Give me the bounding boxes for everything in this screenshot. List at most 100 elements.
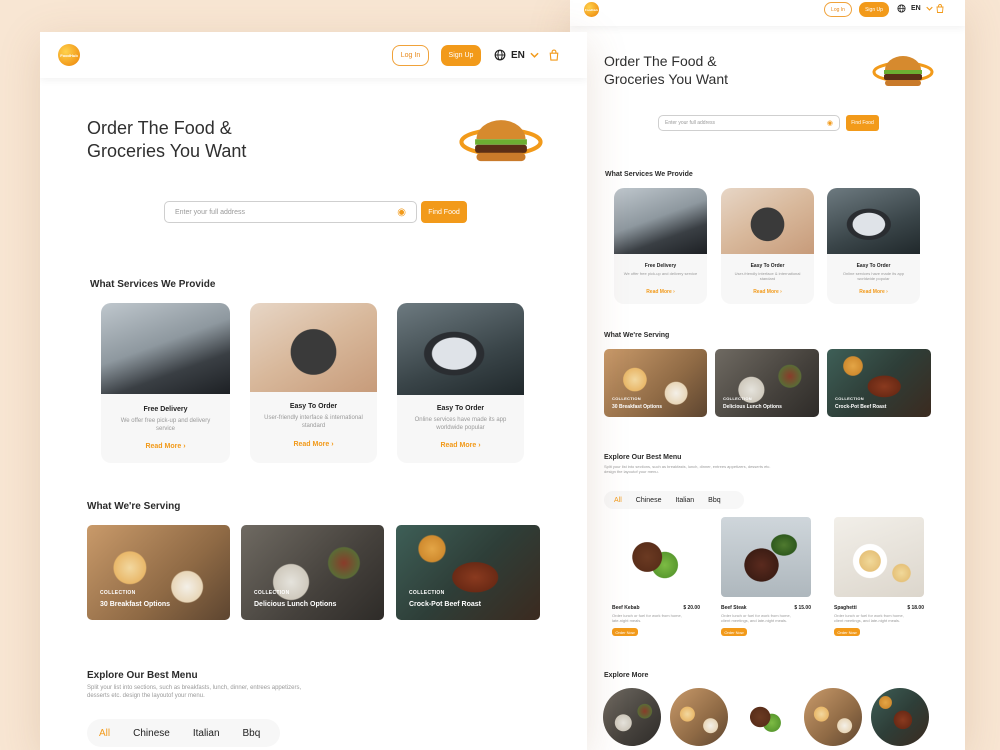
bag-icon[interactable] xyxy=(549,49,559,61)
logo-text: FoodHub xyxy=(60,52,78,58)
address-search-input[interactable]: Enter your full address ◉ xyxy=(658,115,840,131)
dish-image xyxy=(834,517,924,597)
service-card[interactable]: Easy To Order User-friendly interface & … xyxy=(721,188,814,304)
dish-price: $ 15.00 xyxy=(794,605,811,611)
explore-item[interactable] xyxy=(670,688,728,746)
collection-card[interactable]: COLLECTION 30 Breakfast Options xyxy=(87,525,230,620)
collection-card[interactable]: COLLECTION Crock-Pot Beef Roast xyxy=(396,525,540,620)
find-food-button[interactable]: Find Food xyxy=(421,201,467,223)
explore-item[interactable] xyxy=(737,688,795,746)
service-title: Easy To Order xyxy=(856,263,891,269)
language-selector[interactable]: EN xyxy=(897,4,933,13)
hero-title-line2: Groceries You Want xyxy=(87,140,247,161)
dish-card[interactable]: Beef Kebab $ 20.00 Order lunch or fuel f… xyxy=(612,517,700,637)
target-icon[interactable]: ◉ xyxy=(827,119,833,127)
login-button[interactable]: Log In xyxy=(824,2,852,17)
order-now-button[interactable]: Order Now xyxy=(834,628,860,636)
dish-description: Order lunch or fuel for work from home, … xyxy=(612,613,682,623)
dish-card[interactable]: Beef Steak $ 15.00 Order lunch or fuel f… xyxy=(721,517,811,637)
signup-button[interactable]: Sign Up xyxy=(859,2,889,17)
service-card[interactable]: Free Delivery We offer free pick-up and … xyxy=(614,188,707,304)
services-heading: What Services We Provide xyxy=(90,279,216,290)
globe-icon xyxy=(494,49,506,61)
tab-all[interactable]: All xyxy=(614,497,622,504)
collection-name: Crock-Pot Beef Roast xyxy=(835,404,887,410)
explore-item[interactable] xyxy=(804,688,862,746)
service-image-order xyxy=(250,303,377,392)
tab-bbq[interactable]: Bbq xyxy=(708,497,720,504)
find-food-button[interactable]: Find Food xyxy=(846,115,879,131)
service-title: Easy To Order xyxy=(436,405,485,412)
explore-item[interactable] xyxy=(603,688,661,746)
logo-text: FoodHub xyxy=(584,7,599,12)
dish-description: Order lunch or fuel for work from home, … xyxy=(834,613,904,623)
tab-italian[interactable]: Italian xyxy=(675,497,694,504)
dish-name: Spaghetti xyxy=(834,605,857,611)
services-heading: What Services We Provide xyxy=(605,171,693,178)
hero-title-line1: Order The Food & xyxy=(604,53,717,69)
collection-card[interactable]: COLLECTION Delicious Lunch Options xyxy=(241,525,384,620)
target-icon[interactable]: ◉ xyxy=(397,207,406,218)
signup-button[interactable]: Sign Up xyxy=(441,45,481,66)
preview-page-back: FoodHub Log In Sign Up EN Order The Food… xyxy=(570,0,965,750)
service-description: We offer free pick-up and delivery servi… xyxy=(120,418,211,432)
service-image-online xyxy=(827,188,920,254)
hero-title: Order The Food & Groceries You Want xyxy=(87,117,246,162)
globe-icon xyxy=(897,4,906,13)
service-card[interactable]: Free Delivery We offer free pick-up and … xyxy=(101,303,230,463)
language-label: EN xyxy=(511,49,525,61)
collection-tag: COLLECTION xyxy=(612,396,641,401)
tab-bbq[interactable]: Bbq xyxy=(243,728,261,739)
serving-heading: What We're Serving xyxy=(87,501,181,512)
read-more-link[interactable]: Read More › xyxy=(397,442,524,449)
tab-italian[interactable]: Italian xyxy=(193,728,220,739)
brand-logo[interactable]: FoodHub xyxy=(584,2,599,17)
serving-heading: What We're Serving xyxy=(604,332,670,339)
service-card[interactable]: Easy To Order User-friendly interface & … xyxy=(250,303,377,463)
service-card[interactable]: Easy To Order Online services have made … xyxy=(397,303,524,463)
service-title: Easy To Order xyxy=(289,403,338,410)
service-card[interactable]: Easy To Order Online services have made … xyxy=(827,188,920,304)
order-now-button[interactable]: Order Now xyxy=(612,628,638,636)
address-search-input[interactable]: Enter your full address ◉ xyxy=(164,201,417,223)
tab-chinese[interactable]: Chinese xyxy=(636,497,662,504)
read-more-link[interactable]: Read More › xyxy=(827,289,920,295)
dish-image xyxy=(721,517,811,597)
service-image-delivery xyxy=(614,188,707,254)
service-description: Online services have made its app worldw… xyxy=(414,417,507,431)
menu-heading: Explore Our Best Menu xyxy=(604,454,682,461)
menu-heading: Explore Our Best Menu xyxy=(87,670,198,681)
chevron-down-icon xyxy=(926,6,933,11)
read-more-link[interactable]: Read More › xyxy=(614,289,707,295)
service-title: Free Delivery xyxy=(644,263,677,269)
language-selector[interactable]: EN xyxy=(494,49,539,61)
bag-icon[interactable] xyxy=(936,4,944,13)
dish-price: $ 20.00 xyxy=(683,605,700,611)
read-more-link[interactable]: Read More › xyxy=(721,289,814,295)
service-title: Free Delivery xyxy=(143,406,188,413)
collection-tag: COLLECTION xyxy=(254,590,290,596)
hero-title-line1: Order The Food & xyxy=(87,118,232,138)
read-more-link[interactable]: Read More › xyxy=(101,443,230,450)
dish-card[interactable]: Spaghetti $ 18.00 Order lunch or fuel fo… xyxy=(834,517,924,637)
collection-name: 30 Breakfast Options xyxy=(612,404,663,410)
collection-card[interactable]: COLLECTION 30 Breakfast Options xyxy=(604,349,707,417)
hero-title-line2: Groceries You Want xyxy=(604,70,728,87)
dish-name: Beef Steak xyxy=(721,605,747,611)
explore-item[interactable] xyxy=(871,688,929,746)
order-now-button[interactable]: Order Now xyxy=(721,628,747,636)
read-more-link[interactable]: Read More › xyxy=(250,441,377,448)
collection-card[interactable]: COLLECTION Crock-Pot Beef Roast xyxy=(827,349,931,417)
tab-all[interactable]: All xyxy=(99,728,110,739)
brand-logo[interactable]: FoodHub xyxy=(58,44,80,66)
collection-card[interactable]: COLLECTION Delicious Lunch Options xyxy=(715,349,819,417)
preview-page-front: FoodHub Log In Sign Up EN Order The Food… xyxy=(40,32,587,750)
service-description: Online services have made its app worldw… xyxy=(842,271,905,282)
collection-name: Crock-Pot Beef Roast xyxy=(409,601,481,608)
burger-image xyxy=(459,120,543,162)
tab-chinese[interactable]: Chinese xyxy=(133,728,170,739)
language-label: EN xyxy=(911,5,921,12)
collection-tag: COLLECTION xyxy=(409,590,445,596)
login-button[interactable]: Log In xyxy=(392,45,429,66)
collection-tag: COLLECTION xyxy=(835,396,864,401)
